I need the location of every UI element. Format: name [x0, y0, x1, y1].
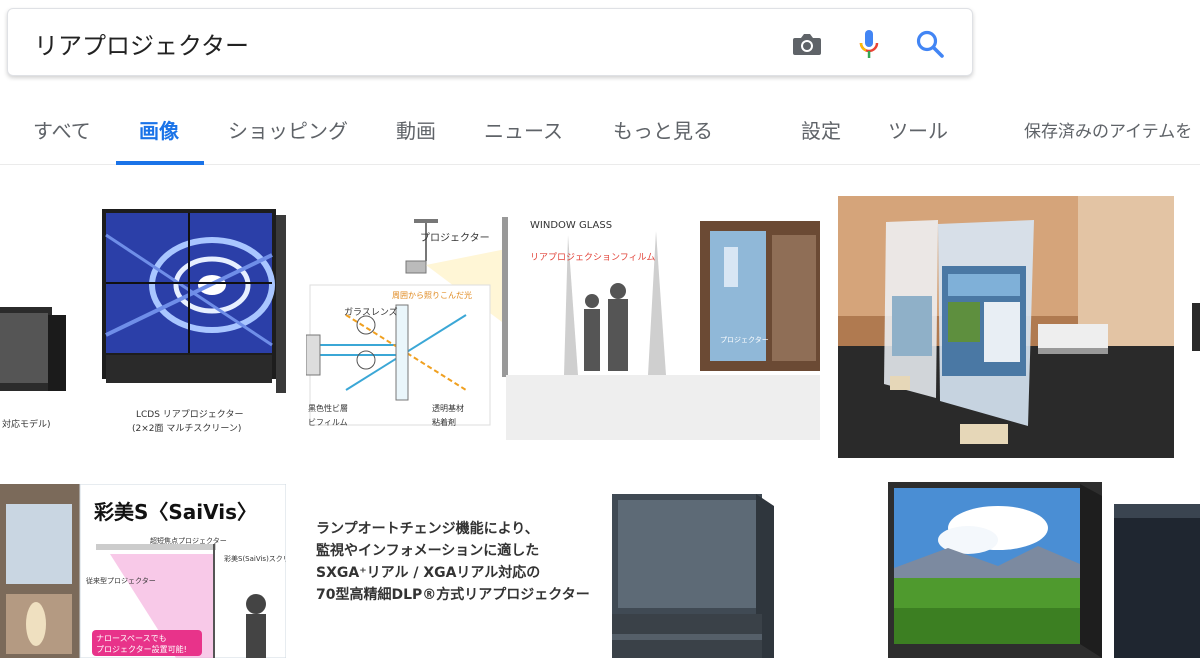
- camera-icon[interactable]: [790, 27, 824, 61]
- promo-line-2: 監視やインフォメーションに適した: [316, 543, 540, 559]
- label-narrow-1: ナロースペースでも: [96, 634, 167, 643]
- result-image-3[interactable]: プロジェクター WINDOW GLASS リアプロジェクションフィルム 周囲から…: [306, 195, 820, 440]
- label-glass-lens: ガラスレンズ: [344, 308, 398, 318]
- result-image-4[interactable]: [838, 196, 1174, 458]
- result-image-2[interactable]: LCDS リアプロジェクター (2×2面 マルチスクリーン): [92, 195, 292, 440]
- label-film-2: ビフィルム: [308, 418, 348, 427]
- tab-saved-items[interactable]: 保存済みのアイテムを: [1024, 117, 1192, 142]
- tab-settings[interactable]: 設定: [801, 115, 841, 144]
- result-image-1[interactable]: 対応モデル): [0, 195, 82, 435]
- tab-tools[interactable]: ツール: [888, 115, 948, 144]
- label-transparent: 透明基材: [432, 404, 464, 413]
- tab-all[interactable]: すべて: [33, 115, 91, 144]
- saivis-title: 彩美S〈SaiVis〉: [94, 500, 258, 524]
- search-box: [7, 8, 973, 76]
- result-image-9[interactable]: [888, 478, 1200, 658]
- tab-videos[interactable]: 動画: [396, 115, 436, 144]
- result-image-6[interactable]: 彩美S〈SaiVis〉 超短焦点プロジェクター 彩美S(SaiVis)スクリーン…: [0, 484, 286, 658]
- label-black-layer: 黒色性ビ層: [308, 404, 348, 413]
- tab-images[interactable]: 画像: [139, 115, 179, 144]
- label-saivis-screen: 彩美S(SaiVis)スクリーン: [224, 555, 286, 563]
- active-tab-indicator: [116, 161, 204, 165]
- label-projector-2: プロジェクター: [720, 336, 769, 344]
- tab-more[interactable]: もっと見る: [613, 115, 713, 144]
- result-image-8[interactable]: [606, 484, 776, 658]
- result-caption: 対応モデル): [2, 420, 51, 430]
- promo-line-4: 70型高精細DLP®方式リアプロジェクター: [316, 587, 590, 603]
- tab-news[interactable]: ニュース: [484, 115, 563, 144]
- search-icon[interactable]: [913, 27, 947, 61]
- microphone-icon[interactable]: [852, 27, 886, 61]
- promo-text: ランプオートチェンジ機能により、 監視やインフォメーションに適した SXGA⁺リ…: [316, 518, 590, 606]
- result-image-7[interactable]: ランプオートチェンジ機能により、 監視やインフォメーションに適した SXGA⁺リ…: [306, 484, 606, 658]
- label-adhesive: 粘着剤: [432, 418, 456, 427]
- label-old-projector: 従来型プロジェクター: [86, 577, 156, 585]
- label-narrow-2: プロジェクター設置可能!: [96, 645, 187, 654]
- result-caption: LCDS リアプロジェクター: [136, 410, 244, 420]
- label-film: リアプロジェクションフィルム: [530, 253, 656, 263]
- promo-line-3: SXGA⁺リアル / XGAリアル対応の: [316, 565, 541, 581]
- result-image-5-partial[interactable]: [1186, 195, 1200, 457]
- label-window-glass: WINDOW GLASS: [530, 220, 613, 231]
- promo-line-1: ランプオートチェンジ機能により、: [316, 521, 539, 537]
- label-projector: プロジェクター: [420, 233, 490, 244]
- tab-shopping[interactable]: ショッピング: [228, 115, 348, 144]
- label-ambient-light: 周囲から照りこんだ光: [392, 291, 472, 300]
- result-caption: (2×2面 マルチスクリーン): [132, 424, 242, 434]
- search-tabs: すべて 画像 ショッピング 動画 ニュース もっと見る 設定 ツール 保存済みの…: [0, 95, 1200, 165]
- label-short-focus: 超短焦点プロジェクター: [150, 537, 227, 545]
- search-input[interactable]: [34, 25, 754, 61]
